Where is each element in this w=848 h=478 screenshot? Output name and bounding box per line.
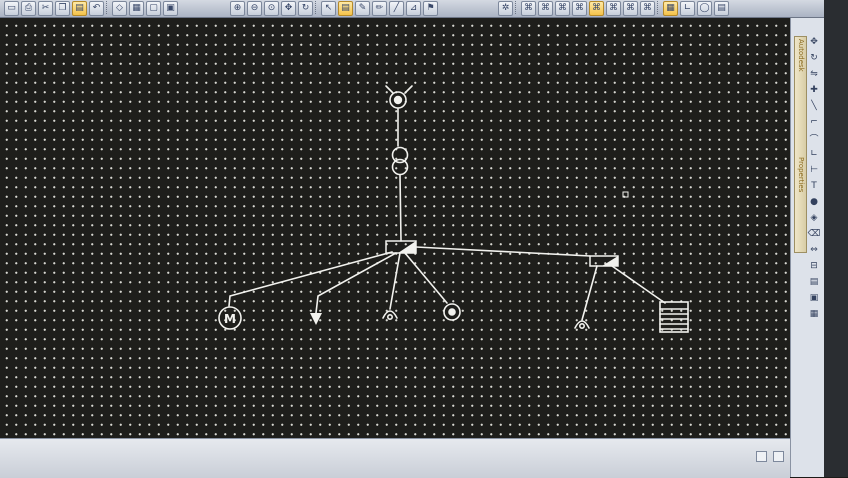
table-icon[interactable]: ▤ xyxy=(808,276,820,288)
corner-icon[interactable]: ∟ xyxy=(808,148,820,160)
minimize-icon[interactable] xyxy=(756,451,767,462)
toolbar-separator xyxy=(315,1,319,14)
line-icon[interactable]: ╱ xyxy=(389,1,404,16)
layer-icon[interactable]: ▦ xyxy=(808,308,820,320)
toolbar-separator xyxy=(106,1,110,14)
lamp-symbol[interactable] xyxy=(443,303,461,321)
branch-motor xyxy=(228,251,393,307)
tie-line xyxy=(415,246,591,257)
single-line-diagram: M xyxy=(218,85,689,333)
polar-icon[interactable]: ◯ xyxy=(697,1,712,16)
right-tool-palette: Autodesk Properties ✥ ↻ ⇋ ✚ ╲ ⌐ ⌒ ∟ ⊢ T … xyxy=(790,18,825,477)
text-icon[interactable]: ▢ xyxy=(146,1,161,16)
maximize-icon[interactable] xyxy=(773,451,784,462)
toolbar-group-file: ▭ ⎙ ✂ ❐ ▤ ↶ ◇ ▦ ▢ ▣ xyxy=(4,1,178,16)
erase-icon[interactable]: ⌫ xyxy=(808,228,821,240)
select-icon[interactable]: ↖ xyxy=(321,1,336,16)
palette-icon-column: ✥ ↻ ⇋ ✚ ╲ ⌐ ⌒ ∟ ⊢ T ● ◈ ⌫ ⇔ ⊟ ▤ ▣ ▦ xyxy=(808,36,822,320)
snap-mid-icon[interactable]: ⌘ xyxy=(538,1,553,16)
grid-icon[interactable]: ▦ xyxy=(663,1,678,16)
mirror-icon[interactable]: ⇋ xyxy=(808,68,820,80)
paste-icon[interactable]: ▤ xyxy=(72,1,87,16)
zoom-in-icon[interactable]: ⊕ xyxy=(230,1,245,16)
snap-node-icon[interactable]: ⌘ xyxy=(572,1,587,16)
zoom-out-icon[interactable]: ⊖ xyxy=(247,1,262,16)
top-toolbar: ▭ ⎙ ✂ ❐ ▤ ↶ ◇ ▦ ▢ ▣ ⊕ ⊖ ⊙ ✥ ↻ ↖ ▤ ✎ ✏ ╱ … xyxy=(0,0,848,18)
palette-tab-autodesk[interactable]: Autodesk xyxy=(796,39,805,72)
snap-grid-icon[interactable]: ⌘ xyxy=(589,1,604,16)
cursor-marker xyxy=(622,191,629,198)
motor-label: M xyxy=(224,312,236,326)
toolbar-group-symbols: ✲ ⌘ ⌘ ⌘ ⌘ ⌘ ⌘ ⌘ ⌘ ▦ ∟ ◯ ▤ xyxy=(498,1,729,16)
ortho-icon[interactable]: ∟ xyxy=(680,1,695,16)
text-icon[interactable]: T xyxy=(808,180,820,192)
rotate-icon[interactable]: ↻ xyxy=(808,52,820,64)
arc-icon[interactable]: ⌒ xyxy=(808,132,820,145)
grid-supply-symbol[interactable] xyxy=(385,85,413,109)
main-busbar[interactable] xyxy=(385,240,417,254)
draw-icon[interactable]: ✏ xyxy=(372,1,387,16)
pin-icon[interactable]: ✚ xyxy=(808,84,820,96)
branch-distribution xyxy=(611,265,666,304)
transformer-symbol[interactable] xyxy=(391,146,409,176)
palette-tab-strip: Autodesk Properties xyxy=(794,36,807,253)
trim-icon[interactable]: ⊢ xyxy=(808,164,820,176)
branch-socket xyxy=(389,252,401,310)
toolbar-group-view: ⊕ ⊖ ⊙ ✥ ↻ ↖ ▤ ✎ ✏ ╱ ⊿ ⚑ xyxy=(230,1,438,16)
settings-icon[interactable]: ✲ xyxy=(498,1,513,16)
arrow-load[interactable] xyxy=(310,313,322,325)
edit-icon[interactable]: ✎ xyxy=(355,1,370,16)
snap-tan-icon[interactable]: ⌘ xyxy=(640,1,655,16)
branch-lamp xyxy=(404,252,448,304)
properties-icon[interactable]: ▤ xyxy=(714,1,729,16)
highlight-icon[interactable]: ▤ xyxy=(338,1,353,16)
distribution-board[interactable] xyxy=(659,301,689,333)
snap-near-icon[interactable]: ⌘ xyxy=(606,1,621,16)
feeder-line-transformer xyxy=(399,174,402,242)
hatch-icon[interactable]: ◈ xyxy=(808,212,820,224)
snap-icon[interactable]: ⌘ xyxy=(521,1,536,16)
sub-busbar[interactable] xyxy=(589,255,619,267)
snap-end-icon[interactable]: ⌘ xyxy=(555,1,570,16)
toolbar-separator xyxy=(657,1,661,14)
refresh-icon[interactable]: ↻ xyxy=(298,1,313,16)
polyline-icon[interactable]: ⌐ xyxy=(808,116,820,128)
snap-perp-icon[interactable]: ⌘ xyxy=(623,1,638,16)
copy-icon[interactable]: ❐ xyxy=(55,1,70,16)
block-icon[interactable]: ▣ xyxy=(808,292,820,304)
dimension-icon[interactable]: ⇔ xyxy=(808,244,820,256)
toolbar-separator xyxy=(515,1,519,14)
node-icon[interactable]: ● xyxy=(808,196,820,208)
symbol-icon[interactable]: ◇ xyxy=(112,1,127,16)
motor-load[interactable]: M xyxy=(218,306,242,330)
line-icon[interactable]: ╲ xyxy=(808,100,820,112)
status-bar xyxy=(0,438,790,478)
zoom-fit-icon[interactable]: ⊙ xyxy=(264,1,279,16)
cut-icon[interactable]: ✂ xyxy=(38,1,53,16)
socket-outlet[interactable] xyxy=(382,310,398,320)
window-frame-edge xyxy=(824,0,848,477)
layer-icon[interactable]: ▦ xyxy=(129,1,144,16)
branch-socket-right xyxy=(581,265,598,321)
offset-icon[interactable]: ⊟ xyxy=(808,260,820,272)
socket-outlet-right[interactable] xyxy=(574,320,590,329)
print-icon[interactable]: ⎙ xyxy=(21,1,36,16)
flag-icon[interactable]: ⚑ xyxy=(423,1,438,16)
move-icon[interactable]: ✥ xyxy=(808,36,820,48)
frame-icon[interactable]: ▣ xyxy=(163,1,178,16)
status-bar-controls xyxy=(756,451,784,462)
palette-tab-properties[interactable]: Properties xyxy=(796,157,805,192)
measure-icon[interactable]: ⊿ xyxy=(406,1,421,16)
save-icon[interactable]: ▭ xyxy=(4,1,19,16)
drawing-canvas[interactable]: M xyxy=(0,18,790,438)
undo-icon[interactable]: ↶ xyxy=(89,1,104,16)
pan-icon[interactable]: ✥ xyxy=(281,1,296,16)
